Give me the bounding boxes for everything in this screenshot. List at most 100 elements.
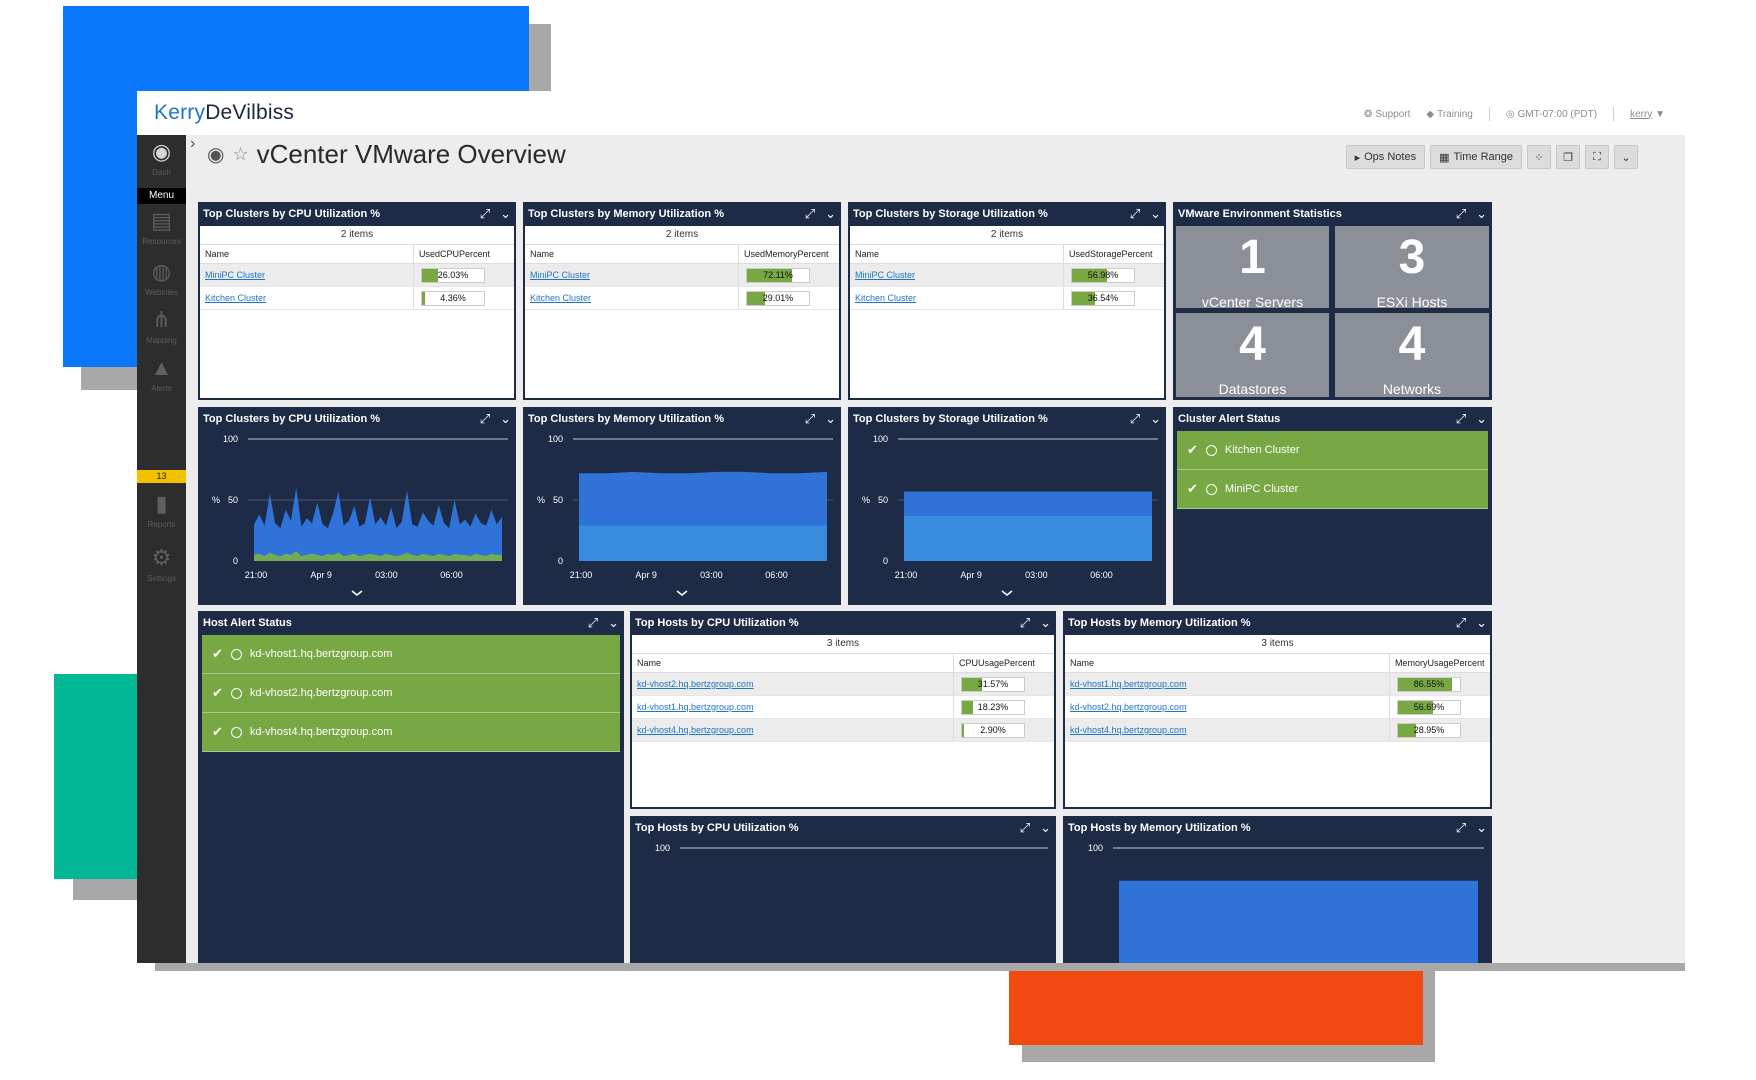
expand-icon[interactable]: ⤢: [1130, 206, 1140, 222]
resource-link[interactable]: kd-vhost1.hq.bertzgroup.com: [1070, 679, 1187, 689]
column-header-percent[interactable]: UsedStoragePercent: [1063, 244, 1164, 264]
column-header-percent[interactable]: MemoryUsagePercent: [1389, 653, 1490, 673]
sidebar-item-reports[interactable]: ▮ Reports: [137, 491, 186, 529]
support-link[interactable]: ❂ Support: [1364, 109, 1410, 120]
column-header-name[interactable]: Name: [1065, 653, 1390, 673]
expand-icon[interactable]: ⤢: [1020, 615, 1030, 631]
cluster-alert-row[interactable]: ✔ Kitchen Cluster: [1177, 431, 1488, 470]
resource-link[interactable]: kd-vhost1.hq.bertzgroup.com: [637, 702, 754, 712]
chevron-down-icon[interactable]: ⌄: [825, 411, 836, 427]
item-count: 2 items: [665, 229, 699, 240]
chevron-down-icon[interactable]: ⌄: [608, 615, 619, 631]
cluster-cpu-table: Name UsedCPUPercent MiniPC Cluster 26.03% Ki…: [200, 244, 514, 310]
chevron-down-icon[interactable]: ⌄: [1150, 206, 1161, 222]
chevron-down-icon[interactable]: ⌄: [1040, 820, 1051, 836]
time-range-button[interactable]: ▦ Time Range: [1430, 145, 1522, 169]
expand-icon[interactable]: ⤢: [805, 411, 815, 427]
host-memory-table-panel: Top Hosts by Memory Utilization % ⤢ ⌄ 3 it…: [1063, 611, 1492, 809]
expand-icon[interactable]: ⤢: [1456, 206, 1466, 222]
host-alert-row[interactable]: ✔ kd-vhost2.hq.bertzgroup.com: [202, 674, 620, 713]
expand-icon[interactable]: ⤢: [480, 206, 490, 222]
play-icon: ▸: [1354, 151, 1361, 164]
more-button[interactable]: ⌄: [1614, 145, 1638, 169]
panel-header: Host Alert Status ⤢ ⌄: [203, 615, 619, 631]
star-icon[interactable]: ☆: [232, 144, 248, 165]
column-header-percent[interactable]: CPUUsagePercent: [953, 653, 1054, 673]
name-cell: Kitchen Cluster: [850, 286, 1064, 310]
sidebar-item-websites[interactable]: ◍ Websites: [137, 259, 186, 297]
timezone-link[interactable]: ◎ GMT-07:00 (PDT): [1506, 109, 1597, 120]
host-alert-row[interactable]: ✔ kd-vhost4.hq.bertzgroup.com: [202, 713, 620, 752]
panel-header: Top Clusters by Memory Utilization % ⤢ ⌄: [528, 206, 836, 222]
expand-icon[interactable]: ⤢: [805, 206, 815, 222]
menu-tab[interactable]: Menu: [137, 188, 186, 204]
status-icon: [1205, 444, 1217, 456]
user-menu[interactable]: kerry ▼: [1630, 109, 1665, 120]
fullscreen-button[interactable]: ⛶: [1585, 145, 1609, 169]
ops-notes-button[interactable]: ▸ Ops Notes: [1345, 145, 1426, 169]
cluster-alert-row[interactable]: ✔ MiniPC Cluster: [1177, 470, 1488, 509]
resource-link[interactable]: Kitchen Cluster: [855, 293, 916, 303]
item-count: 2 items: [990, 229, 1024, 240]
resource-link[interactable]: kd-vhost4.hq.bertzgroup.com: [1070, 725, 1187, 735]
palette-icon: ◉: [207, 143, 225, 166]
host-alert-row[interactable]: ✔ kd-vhost1.hq.bertzgroup.com: [202, 635, 620, 674]
column-header-percent[interactable]: UsedCPUPercent: [413, 244, 514, 264]
resource-link[interactable]: MiniPC Cluster: [205, 270, 265, 280]
chevron-down-icon[interactable]: ⌄: [825, 206, 836, 222]
expand-icon[interactable]: ⤢: [1456, 615, 1466, 631]
resource-link[interactable]: kd-vhost2.hq.bertzgroup.com: [1070, 702, 1187, 712]
expand-icon[interactable]: ⤢: [1130, 411, 1140, 427]
y-tick-label: 0: [883, 556, 888, 566]
chevron-down-icon[interactable]: ⌄: [1040, 615, 1051, 631]
column-header-name[interactable]: Name: [632, 653, 954, 673]
sidebar-item-dash[interactable]: ◉ Dash: [137, 139, 186, 177]
alert-count-badge[interactable]: 13: [137, 470, 186, 483]
chevron-down-icon[interactable]: ⌄: [1476, 615, 1487, 631]
column-header-name[interactable]: Name: [850, 244, 1064, 264]
calendar-icon: ▦: [1439, 151, 1450, 164]
storage-chart-panel: Top Clusters by Storage Utilization % ⤢ ⌄ …: [848, 407, 1166, 605]
y-tick-label: 50: [878, 495, 888, 505]
resource-link[interactable]: MiniPC Cluster: [530, 270, 590, 280]
copy-button[interactable]: ❐: [1556, 145, 1580, 169]
table-row: Kitchen Cluster 29.01%: [525, 286, 839, 310]
chevron-down-icon[interactable]: ⌄: [500, 411, 511, 427]
brand-logo[interactable]: KerryDeVilbiss: [154, 101, 294, 125]
resource-link[interactable]: Kitchen Cluster: [205, 293, 266, 303]
expand-icon[interactable]: ⤢: [480, 411, 490, 427]
expand-icon[interactable]: ⤢: [1020, 820, 1030, 836]
table-header-row: Name UsedMemoryPercent: [525, 244, 839, 264]
sidebar-item-resources[interactable]: ▤ Resources: [137, 208, 186, 246]
chevron-down-icon[interactable]: ⌄: [500, 206, 511, 222]
layout-button[interactable]: ⁘: [1527, 145, 1551, 169]
resource-link[interactable]: MiniPC Cluster: [855, 270, 915, 280]
stat-datastores[interactable]: 4 Datastores: [1176, 313, 1329, 397]
expand-icon[interactable]: ⤢: [588, 615, 598, 631]
chevron-down-icon[interactable]: ⌄: [1476, 206, 1487, 222]
stat-esxi-hosts[interactable]: 3 ESXi Hosts: [1335, 226, 1489, 310]
sidebar-item-mapping[interactable]: ⋔ Mapping: [137, 307, 186, 345]
chevron-down-icon[interactable]: ⌄: [1476, 820, 1487, 836]
sidebar-item-alerts[interactable]: ▲ Alerts: [137, 355, 186, 393]
chevron-down-icon[interactable]: ⌄: [1476, 411, 1487, 427]
series-area-0: [254, 487, 502, 561]
resource-link[interactable]: kd-vhost2.hq.bertzgroup.com: [637, 679, 754, 689]
stat-vcenter-servers[interactable]: 1 vCenter Servers: [1176, 226, 1329, 310]
chevron-down-icon[interactable]: ⌄: [1150, 411, 1161, 427]
percent-bar: 4.36%: [421, 290, 485, 306]
expand-icon[interactable]: ⤢: [1456, 820, 1466, 836]
column-header-name[interactable]: Name: [525, 244, 739, 264]
y-tick-label: 100: [1088, 843, 1103, 853]
stat-networks[interactable]: 4 Networks: [1335, 313, 1489, 397]
resource-link[interactable]: kd-vhost4.hq.bertzgroup.com: [637, 725, 754, 735]
column-header-percent[interactable]: UsedMemoryPercent: [738, 244, 839, 264]
chevron-right-icon[interactable]: ›: [190, 135, 195, 153]
column-header-name[interactable]: Name: [200, 244, 414, 264]
sidebar-item-settings[interactable]: ⚙ Settings: [137, 545, 186, 583]
chevron-down-icon: ⌄: [1621, 151, 1631, 164]
resource-link[interactable]: Kitchen Cluster: [530, 293, 591, 303]
expand-icon[interactable]: ⤢: [1456, 411, 1466, 427]
top-bar: KerryDeVilbiss ❂ Support ◆ Training ◎ GMT-0…: [137, 91, 1685, 135]
training-link[interactable]: ◆ Training: [1426, 109, 1472, 120]
